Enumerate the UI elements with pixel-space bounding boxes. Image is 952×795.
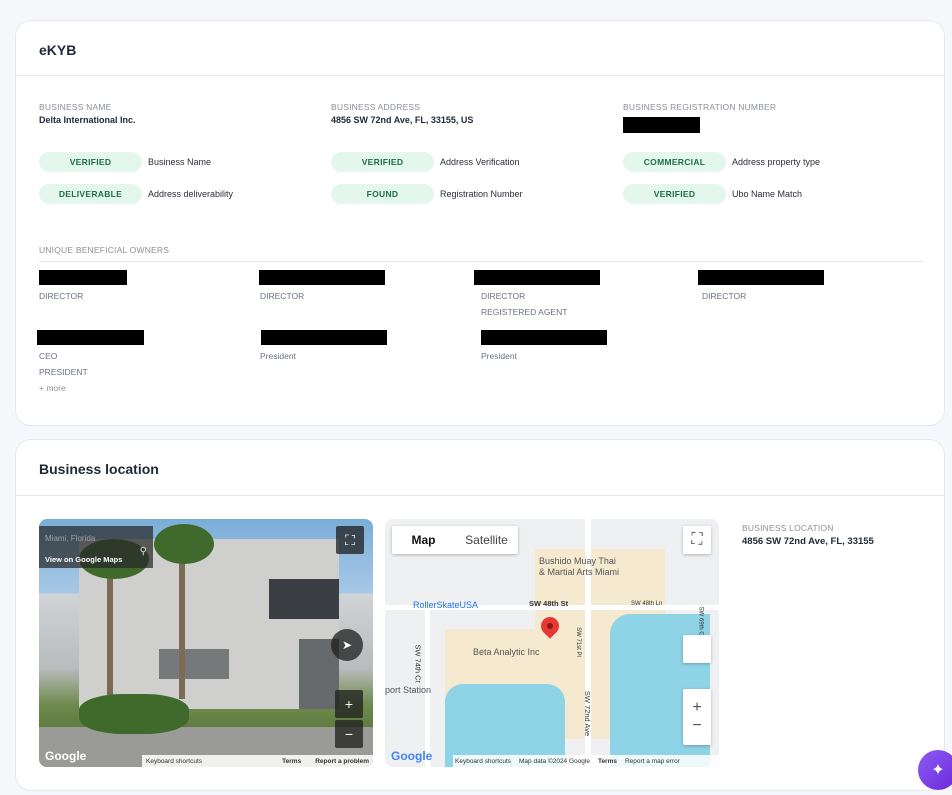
check-description: Address property type [732, 157, 821, 167]
status-badge: COMMERCIAL [623, 152, 726, 172]
road-label: SW 48th Ln [631, 601, 663, 607]
poi-label[interactable]: Bushido Muay Thai [539, 556, 616, 566]
terms-link[interactable]: Terms [598, 758, 617, 765]
zoom-out-button[interactable]: − [692, 717, 701, 735]
zoom-in-button[interactable]: + [692, 699, 701, 717]
owner-role: President [260, 351, 296, 361]
poi-label[interactable]: & Martial Arts Miami [539, 567, 619, 577]
map-pin-icon: ⚲ [139, 546, 147, 557]
report-problem-link[interactable]: Report a problem [315, 758, 373, 765]
business-location-value: 4856 SW 72nd Ave, FL, 33155 [742, 536, 874, 547]
keyboard-shortcuts-link[interactable]: Keyboard shortcuts [455, 758, 511, 765]
street-view-address: Miami, Florida [45, 534, 96, 543]
ekyb-card: eKYB BUSINESS NAME Delta International I… [15, 20, 945, 426]
business-name-label: BUSINESS NAME [39, 102, 112, 112]
poi-label[interactable]: Beta Analytic Inc [473, 647, 540, 657]
view-on-google-maps-link[interactable]: View on Google Maps [45, 555, 122, 564]
map-data-attribution: Map data ©2024 Google [519, 757, 590, 765]
business-name-value: Delta International Inc. [39, 115, 136, 125]
ekyb-title: eKYB [39, 42, 77, 58]
show-more-link[interactable]: + more [39, 383, 66, 393]
report-map-error-link[interactable]: Report a map error [625, 758, 680, 765]
map-footer: Keyboard shortcuts Map data ©2024 Google… [453, 755, 719, 767]
check-description: Ubo Name Match [732, 189, 803, 199]
owner-role: President [481, 351, 517, 361]
road-label: SW 71st Pl [574, 627, 581, 657]
owner-name-redacted [698, 270, 824, 285]
terms-link[interactable]: Terms [282, 758, 301, 765]
road-label: SW 74th Ct [413, 644, 423, 683]
business-location-card: Business location Miami, Florida View on… [15, 439, 945, 791]
owner-name-redacted [259, 270, 385, 285]
owner-role: DIRECTOR [39, 291, 84, 301]
owner-role: DIRECTOR [702, 291, 747, 301]
street-view-footer: Keyboard shortcuts Terms Report a proble… [142, 755, 373, 767]
business-address-label: BUSINESS ADDRESS [331, 102, 421, 112]
road-label: SW 48th St [529, 599, 569, 608]
zoom-out-button[interactable]: − [335, 720, 363, 748]
owner-name-redacted [37, 330, 144, 345]
road-label: SW 69th Ct [697, 606, 704, 638]
check-description: Address deliverability [148, 189, 234, 199]
compass-icon[interactable]: ➤ [331, 629, 363, 661]
location-title: Business location [39, 461, 159, 477]
poi-label[interactable]: port Station [385, 685, 431, 695]
assistant-sparkle-button[interactable]: ✦ [918, 750, 952, 790]
google-logo: Google [45, 749, 87, 763]
map-panel[interactable]: SW 48th St SW 48th Ln SW 74th Ct SW 72nd… [385, 519, 719, 767]
owner-role: DIRECTOR [481, 291, 526, 301]
map-type-tabs[interactable]: Map Satellite [392, 526, 518, 554]
owner-name-redacted [474, 270, 600, 285]
location-divider [16, 495, 944, 496]
business-location-label: BUSINESS LOCATION [742, 523, 834, 533]
registration-number-redacted [623, 117, 700, 133]
check-description: Business Name [148, 157, 212, 167]
status-badge: VERIFIED [331, 152, 434, 172]
google-logo: Google [391, 749, 433, 763]
business-address-value: 4856 SW 72nd Ave, FL, 33155, US [331, 115, 474, 125]
ekyb-divider [16, 75, 944, 76]
owner-role: REGISTERED AGENT [481, 307, 568, 317]
street-view-pegman-button[interactable] [683, 635, 711, 663]
zoom-controls[interactable]: + − [683, 689, 711, 745]
status-badge: VERIFIED [623, 184, 726, 204]
owner-role: CEO [39, 351, 58, 361]
street-view-info: Miami, Florida View on Google Maps ⚲ [39, 526, 153, 568]
status-badge: FOUND [331, 184, 434, 204]
tab-map[interactable]: Map [392, 526, 455, 554]
keyboard-shortcuts-link[interactable]: Keyboard shortcuts [146, 758, 202, 765]
owner-role: PRESIDENT [39, 367, 88, 377]
road-label: SW 72nd Ave [583, 690, 593, 737]
fullscreen-icon[interactable]: ⛶ [683, 526, 711, 554]
poi-label[interactable]: RollerSkateUSA [413, 600, 478, 610]
check-description: Registration Number [440, 189, 523, 199]
registration-number-label: BUSINESS REGISTRATION NUMBER [623, 102, 777, 112]
zoom-in-button[interactable]: + [335, 690, 363, 718]
fullscreen-icon[interactable]: ⛶ [336, 526, 364, 554]
owners-divider [39, 261, 923, 262]
status-badge: VERIFIED [39, 152, 142, 172]
owners-label: UNIQUE BENEFICIAL OWNERS [39, 245, 170, 255]
street-view-panel[interactable]: Miami, Florida View on Google Maps ⚲ ⛶ ➤… [39, 519, 373, 767]
owner-name-redacted [39, 270, 127, 285]
owner-name-redacted [481, 330, 607, 345]
status-badge: DELIVERABLE [39, 184, 142, 204]
check-description: Address Verification [440, 157, 520, 167]
owner-role: DIRECTOR [260, 291, 305, 301]
tab-satellite[interactable]: Satellite [455, 526, 518, 554]
owner-name-redacted [261, 330, 387, 345]
